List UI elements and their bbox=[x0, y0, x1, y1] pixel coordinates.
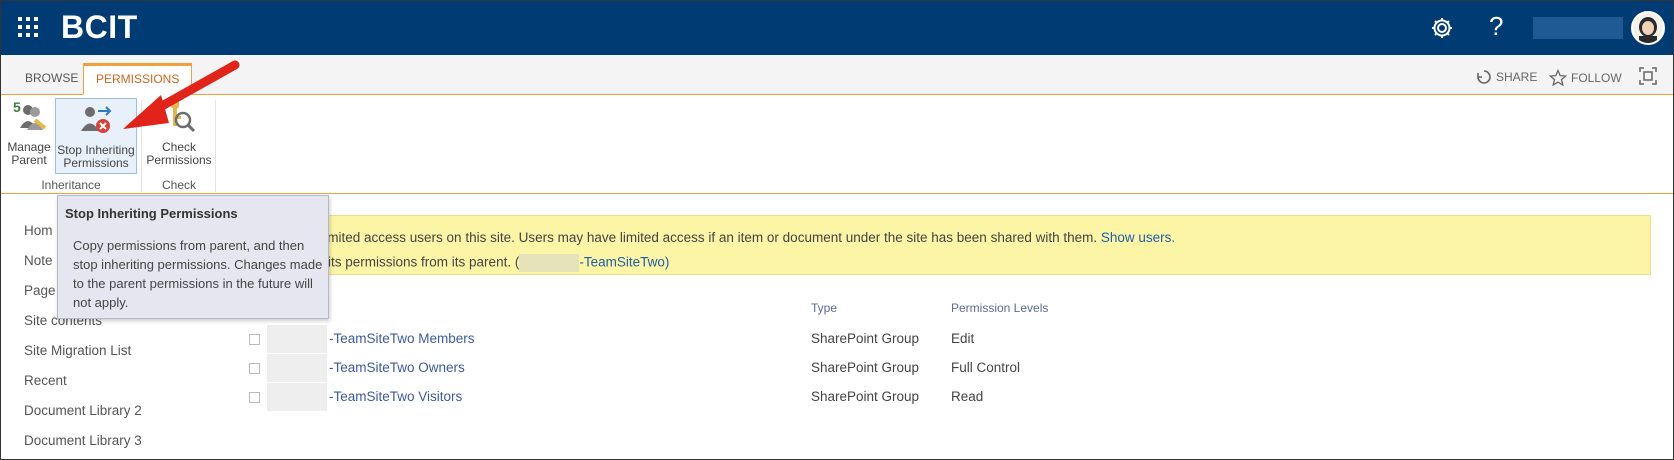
group-type: SharePoint Group bbox=[811, 389, 920, 404]
group-name-redacted bbox=[267, 383, 327, 411]
stop-inheriting-label-2: Permissions bbox=[63, 156, 129, 170]
suite-bar: BCIT ? bbox=[1, 1, 1673, 55]
tab-browse[interactable]: BROWSE bbox=[13, 63, 90, 95]
group-type: SharePoint Group bbox=[811, 331, 920, 346]
show-users-link[interactable]: Show users. bbox=[1101, 230, 1175, 245]
share-button[interactable]: SHARE bbox=[1476, 69, 1537, 85]
notice-limited-access-text: are limited access users on this site. U… bbox=[298, 230, 1098, 245]
follow-button[interactable]: FOLLOW bbox=[1549, 69, 1622, 87]
tooltip-title: Stop Inheriting Permissions bbox=[65, 206, 238, 221]
nav-item-document-library-3[interactable]: Document Library 3 bbox=[24, 433, 142, 448]
table-row: -TeamSiteTwo Members SharePoint Group Ed… bbox=[249, 325, 1249, 357]
permission-level: Read bbox=[951, 389, 984, 404]
avatar[interactable] bbox=[1631, 11, 1665, 45]
group-name-link[interactable]: -TeamSiteTwo Owners bbox=[329, 360, 465, 375]
row-checkbox[interactable] bbox=[249, 392, 260, 403]
group-name-redacted bbox=[267, 354, 327, 382]
permissions-notice-banner: are limited access users on this site. U… bbox=[237, 215, 1651, 275]
ribbon-group-check: Check bbox=[161, 178, 196, 192]
permission-level: Full Control bbox=[951, 360, 1021, 375]
group-name-redacted bbox=[267, 325, 327, 353]
star-icon bbox=[1549, 69, 1567, 87]
parent-site-redacted bbox=[519, 254, 580, 272]
share-icon bbox=[1477, 70, 1491, 84]
nav-item-site-migration-list[interactable]: Site Migration List bbox=[24, 343, 131, 358]
nav-item-document-library-2[interactable]: Document Library 2 bbox=[24, 403, 142, 418]
follow-label: FOLLOW bbox=[1571, 71, 1622, 85]
nav-item-recent[interactable]: Recent bbox=[24, 373, 67, 388]
group-type: SharePoint Group bbox=[811, 360, 920, 375]
gear-icon[interactable] bbox=[1429, 15, 1455, 41]
column-header-type[interactable]: Type bbox=[811, 301, 837, 315]
table-row: -TeamSiteTwo Owners SharePoint Group Ful… bbox=[249, 354, 1249, 386]
manage-parent-label-2: Parent bbox=[11, 153, 47, 167]
row-checkbox[interactable] bbox=[249, 363, 260, 374]
group-name-link[interactable]: -TeamSiteTwo Members bbox=[329, 331, 475, 346]
notice-inherits: inherits permissions from its parent. ( -… bbox=[298, 254, 669, 272]
svg-text:5: 5 bbox=[13, 99, 21, 115]
ribbon-group-inheritance: Inheritance bbox=[41, 178, 101, 192]
table-row: -TeamSiteTwo Visitors SharePoint Group R… bbox=[249, 383, 1249, 415]
focus-mode-icon[interactable] bbox=[1639, 67, 1657, 85]
tooltip-body: Copy permissions from parent, and then s… bbox=[73, 238, 323, 310]
manage-parent-button[interactable]: 5 Manage Parent bbox=[5, 98, 53, 167]
stop-inheriting-icon bbox=[81, 106, 112, 133]
ribbon-tab-row: BROWSE PERMISSIONS SHARE FOLLOW bbox=[1, 55, 1673, 95]
user-name-redacted[interactable] bbox=[1533, 17, 1623, 39]
annotation-arrow-icon bbox=[123, 60, 240, 129]
manage-parent-icon: 5 bbox=[13, 99, 47, 130]
notice-inherits-text: inherits permissions from its parent. ( bbox=[298, 254, 520, 270]
group-name-link[interactable]: -TeamSiteTwo Visitors bbox=[329, 389, 462, 404]
share-label: SHARE bbox=[1496, 70, 1538, 84]
permission-level: Edit bbox=[951, 331, 975, 346]
brand-logo[interactable]: BCIT bbox=[61, 9, 138, 46]
ribbon-panel: 5 Manage Parent Stop Inheriting Permissi… bbox=[1, 96, 1673, 194]
nav-item-pages[interactable]: Page bbox=[24, 283, 56, 298]
row-checkbox[interactable] bbox=[249, 334, 260, 345]
parent-site-link[interactable]: -TeamSiteTwo) bbox=[579, 255, 669, 270]
notice-limited-access: are limited access users on this site. U… bbox=[298, 230, 1175, 245]
stop-inheriting-tooltip: Stop Inheriting Permissions Copy permiss… bbox=[57, 195, 329, 319]
nav-item-notebook[interactable]: Note bbox=[24, 253, 53, 268]
nav-item-home[interactable]: Hom bbox=[24, 223, 53, 238]
sharepoint-window: BCIT ? BROWSE PERMISSIONS SHARE FOLLOW 5… bbox=[0, 0, 1674, 460]
check-permissions-label-2: Permissions bbox=[146, 153, 212, 167]
help-icon[interactable]: ? bbox=[1489, 11, 1503, 41]
column-header-permission-levels[interactable]: Permission Levels bbox=[951, 301, 1048, 315]
waffle-icon[interactable] bbox=[15, 14, 41, 40]
